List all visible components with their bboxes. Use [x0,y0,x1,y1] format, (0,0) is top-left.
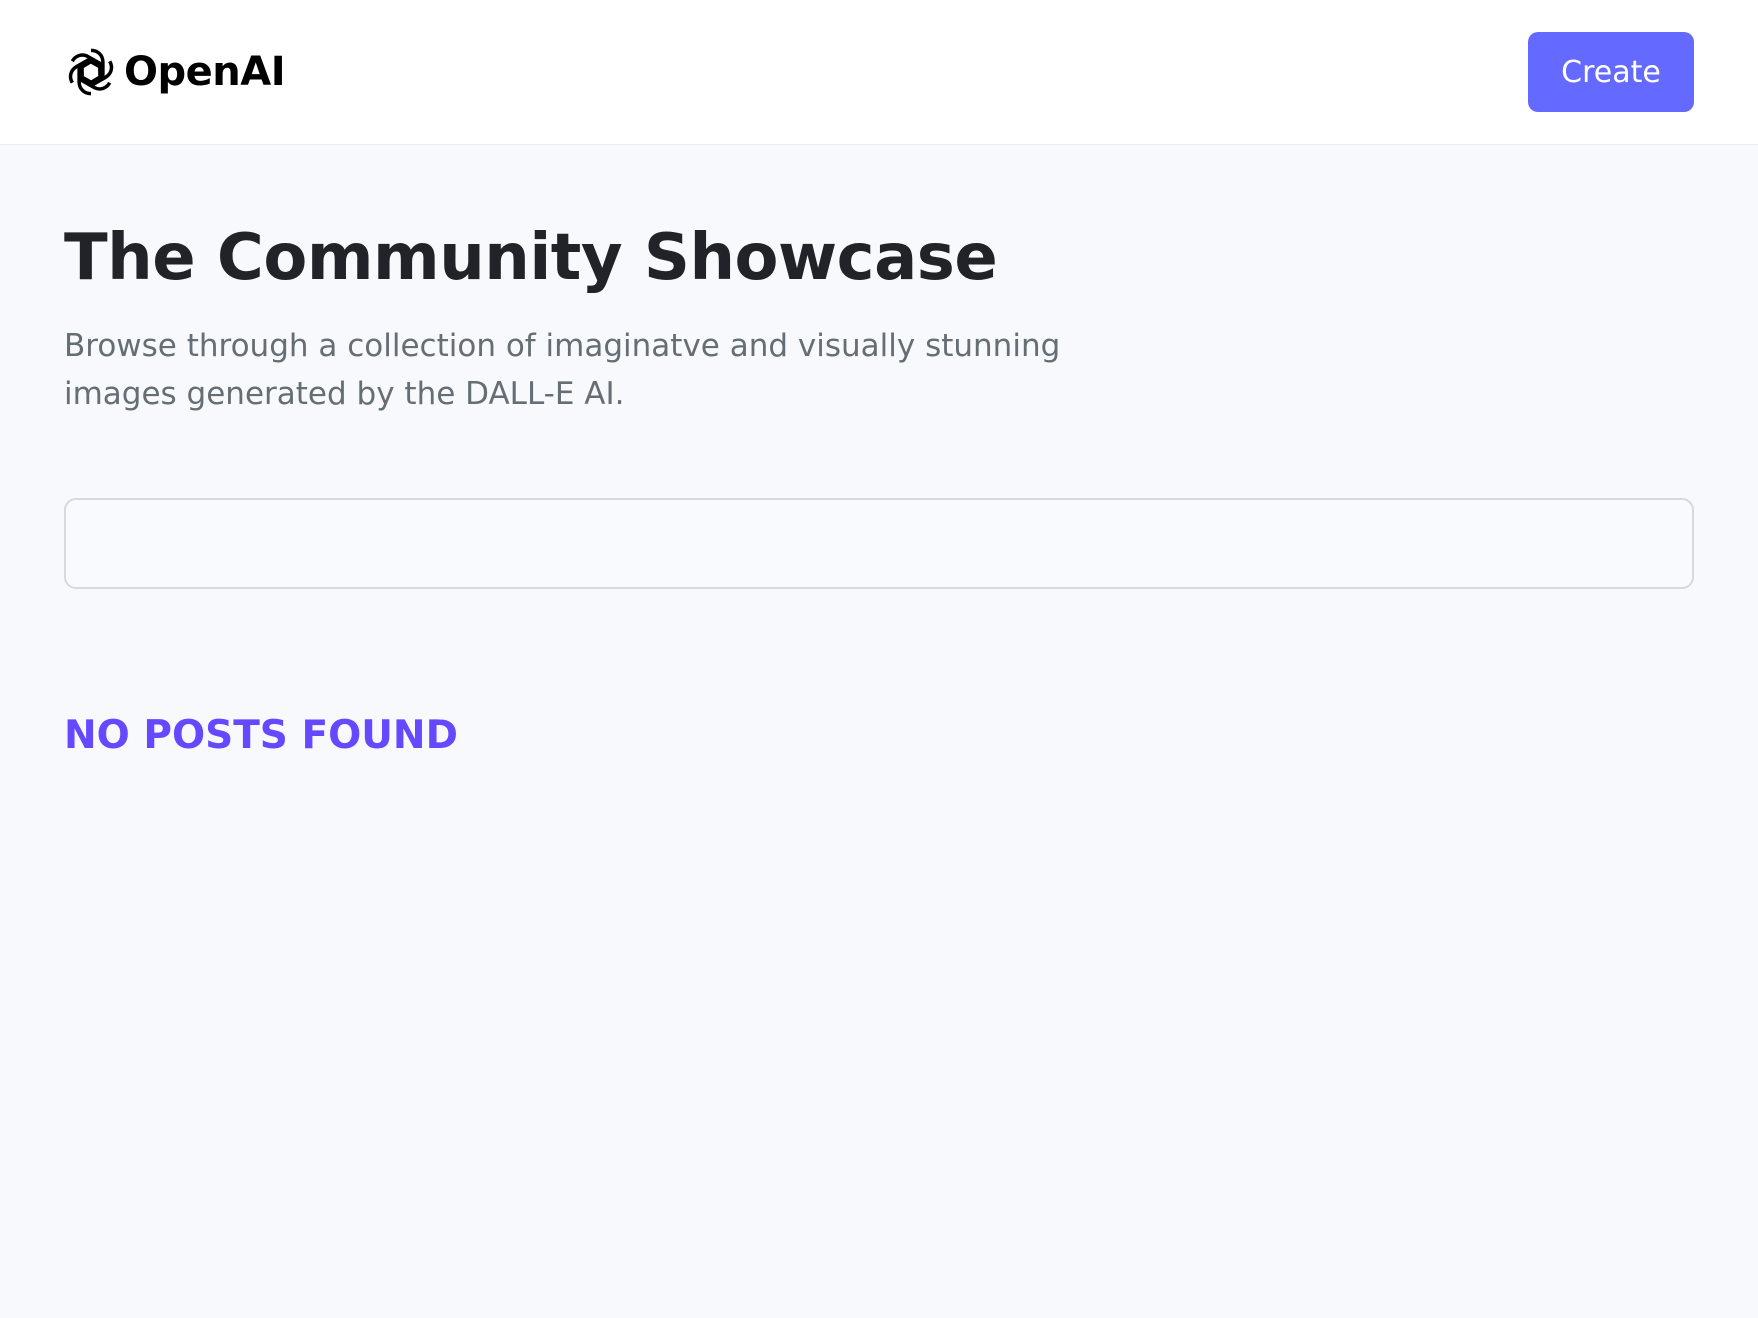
page-title: The Community Showcase [64,221,998,295]
empty-state-message: NO POSTS FOUND [64,713,458,758]
search-posts-input[interactable] [64,498,1694,589]
create-button[interactable]: Create [1528,32,1694,112]
openai-logo-icon [68,48,114,96]
openai-logo-link[interactable]: OpenAI [64,44,286,100]
logo-wordmark: OpenAI [124,49,286,95]
top-navbar: OpenAI Create [0,0,1758,145]
page-subtitle: Browse through a collection of imaginatv… [64,328,1061,412]
